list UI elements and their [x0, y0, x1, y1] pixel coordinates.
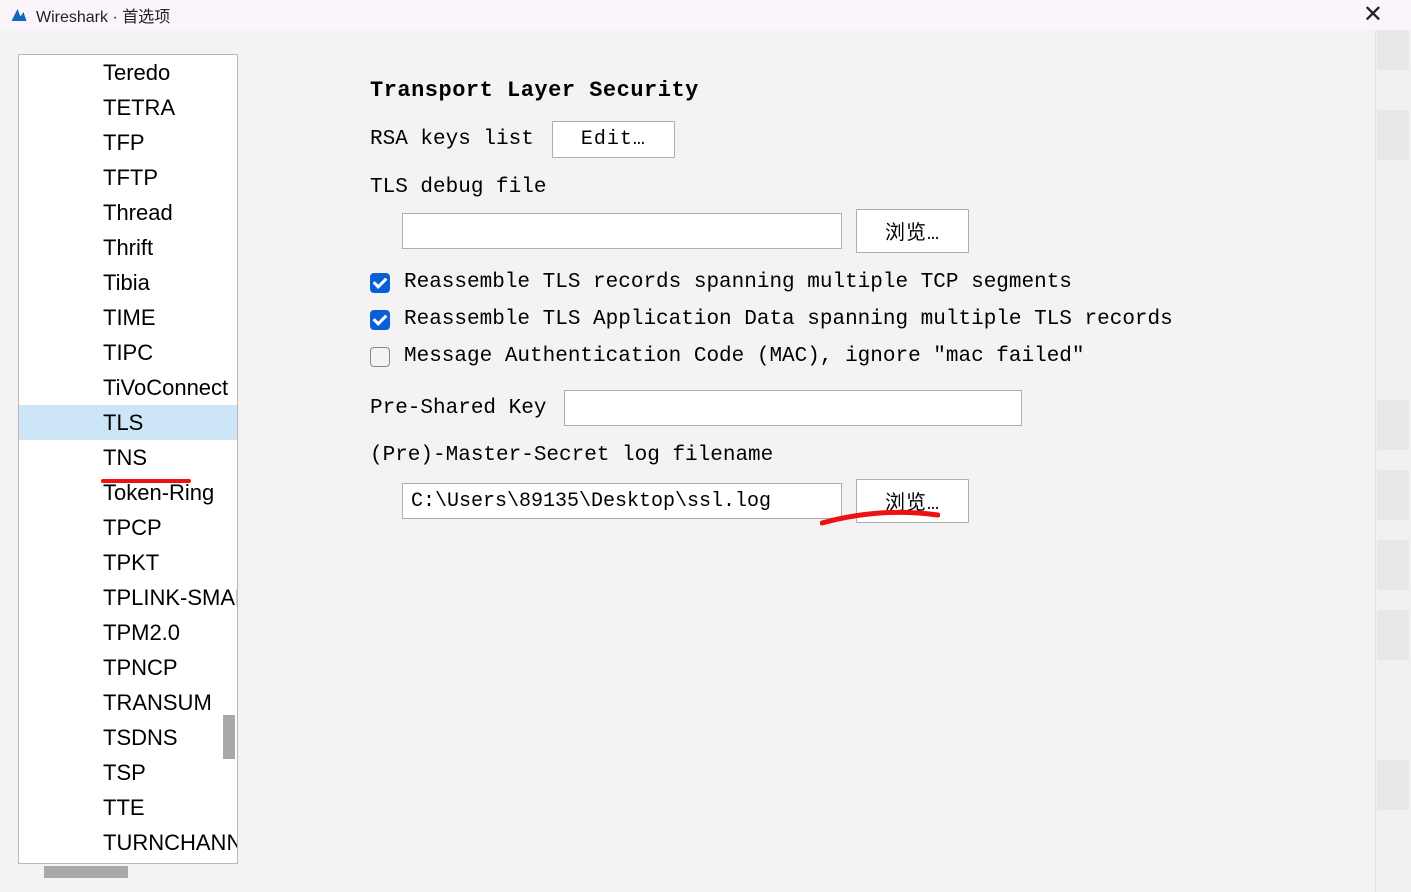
protocol-sidebar: TeredoTETRATFPTFTPThreadThriftTibiaTIMET…	[18, 54, 238, 864]
tls-debug-input[interactable]	[402, 213, 842, 249]
sidebar-item-tsp[interactable]: TSP	[19, 755, 237, 790]
mac-ignore-label: Message Authentication Code (MAC), ignor…	[404, 345, 1085, 368]
sidebar-item-tibia[interactable]: Tibia	[19, 265, 237, 300]
annotation-underline-2	[820, 509, 940, 529]
sidebar-item-tls[interactable]: TLS	[19, 405, 237, 440]
sidebar-item-turnchannel[interactable]: TURNCHANNEL	[19, 825, 237, 860]
reassemble-tcp-checkbox[interactable]	[370, 273, 390, 293]
mac-ignompare-checkbox[interactable]	[370, 347, 390, 367]
sidebar-item-tte[interactable]: TTE	[19, 790, 237, 825]
sidebar-item-transum[interactable]: TRANSUM	[19, 685, 237, 720]
sidebar-item-tivoconnect[interactable]: TiVoConnect	[19, 370, 237, 405]
titlebar: Wireshark · 首选项 ✕	[0, 0, 1411, 30]
sidebar-item-tfp[interactable]: TFP	[19, 125, 237, 160]
sidebar-item-thrift[interactable]: Thrift	[19, 230, 237, 265]
reassemble-appdata-checkbox[interactable]	[370, 310, 390, 330]
browse-debug-button[interactable]: 浏览…	[856, 209, 969, 253]
sidebar-scrollbar-horizontal[interactable]	[44, 866, 128, 878]
wireshark-icon	[10, 6, 28, 24]
sidebar-item-time[interactable]: TIME	[19, 300, 237, 335]
annotation-underline	[101, 479, 191, 483]
sidebar-item-tsdns[interactable]: TSDNS	[19, 720, 237, 755]
edit-button[interactable]: Edit…	[552, 121, 675, 158]
psk-label: Pre-Shared Key	[370, 397, 546, 420]
reassemble-tcp-label: Reassemble TLS records spanning multiple…	[404, 271, 1072, 294]
sidebar-item-tftp[interactable]: TFTP	[19, 160, 237, 195]
sidebar-item-teredo[interactable]: Teredo	[19, 55, 237, 90]
sidebar-item-tetra[interactable]: TETRA	[19, 90, 237, 125]
sidebar-item-tplink-smarthome[interactable]: TPLINK-SMARTHOME	[19, 580, 237, 615]
tls-debug-label: TLS debug file	[370, 176, 546, 199]
panel-heading: Transport Layer Security	[370, 78, 1411, 103]
rsa-keys-label: RSA keys list	[370, 128, 534, 151]
close-icon[interactable]: ✕	[1355, 0, 1391, 30]
sidebar-item-tpcp[interactable]: TPCP	[19, 510, 237, 545]
window-title: Wireshark · 首选项	[36, 3, 170, 27]
pms-log-label: (Pre)-Master-Secret log filename	[370, 444, 773, 467]
settings-panel: Transport Layer Security RSA keys list E…	[322, 54, 1411, 892]
sidebar-item-tpncp[interactable]: TPNCP	[19, 650, 237, 685]
sidebar-item-tpm2.0[interactable]: TPM2.0	[19, 615, 237, 650]
sidebar-item-thread[interactable]: Thread	[19, 195, 237, 230]
reassemble-appdata-label: Reassemble TLS Application Data spanning…	[404, 308, 1173, 331]
sidebar-item-tipc[interactable]: TIPC	[19, 335, 237, 370]
sidebar-item-tns[interactable]: TNS	[19, 440, 237, 475]
sidebar-item-tpkt[interactable]: TPKT	[19, 545, 237, 580]
pms-log-input[interactable]	[402, 483, 842, 519]
sidebar-scrollbar-vertical[interactable]	[223, 715, 235, 759]
psk-input[interactable]	[564, 390, 1022, 426]
